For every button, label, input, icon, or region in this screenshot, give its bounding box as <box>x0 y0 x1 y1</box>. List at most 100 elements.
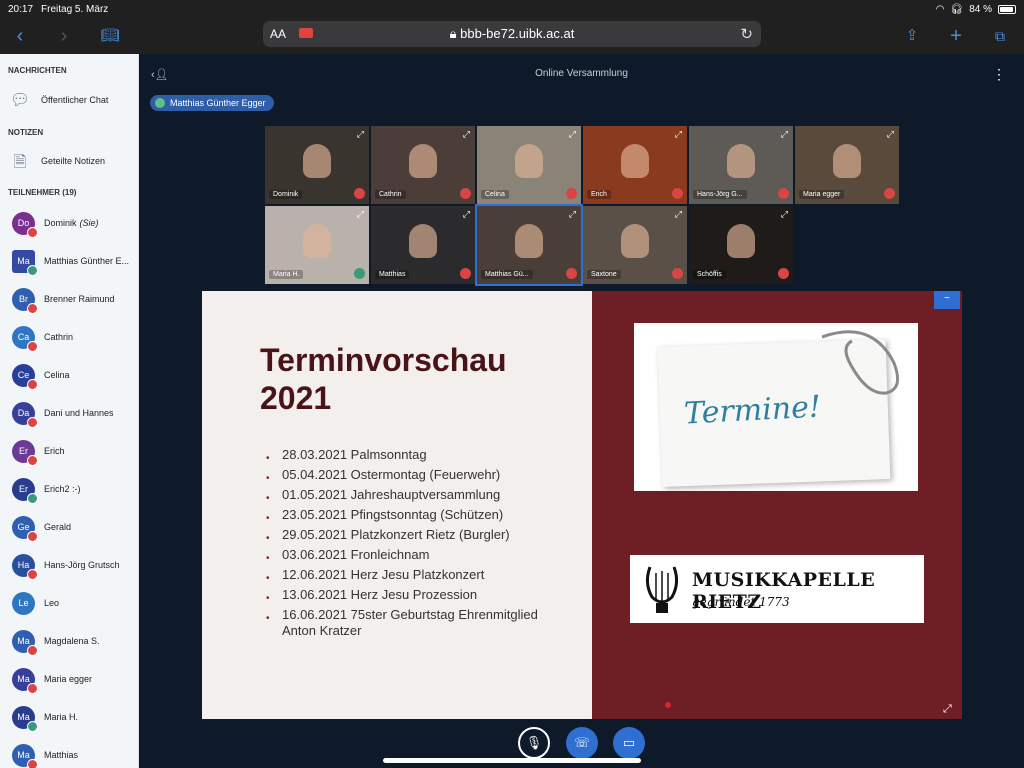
participant-name: Gerald <box>44 522 72 532</box>
video-tile[interactable]: ⤢ Saxtone <box>583 206 687 284</box>
video-name-label[interactable]: Cathrin <box>375 190 406 199</box>
forward-icon[interactable]: › <box>52 24 76 48</box>
video-tile[interactable]: ⤢ Matthias Gü... <box>475 204 583 286</box>
presentation-slide: Terminvorschau 2021 • 28.03.2021 Palmsonn… <box>202 291 962 719</box>
video-name-label[interactable]: Maria egger <box>799 190 845 199</box>
participant-item[interactable]: Ma Magdalena S. <box>12 629 100 656</box>
mute-button[interactable]: 🎙︎ <box>518 727 550 759</box>
video-name-label[interactable]: Hans-Jörg G... <box>693 190 747 199</box>
termine-word: Termine! <box>683 389 822 432</box>
battery-fill <box>1000 6 1013 12</box>
video-tile[interactable]: ⤢ Cathrin <box>371 126 475 204</box>
video-name-label[interactable]: Erich <box>587 190 611 199</box>
paperclip-icon <box>821 330 900 395</box>
participant-item[interactable]: Le Leo <box>12 591 59 615</box>
expand-icon[interactable]: ⤢ <box>357 209 364 220</box>
participant-item[interactable]: Ha Hans-Jörg Grutsch <box>12 553 120 580</box>
options-menu-icon[interactable]: ⋮ <box>992 66 1006 83</box>
participant-name: Celina <box>44 370 70 380</box>
video-name-label[interactable]: Celina <box>481 190 509 199</box>
expand-icon[interactable]: ⤢ <box>463 209 470 220</box>
expand-icon[interactable]: ⤢ <box>675 209 682 220</box>
avatar: Ma <box>12 667 38 694</box>
participant-item[interactable]: Er Erich2 :-) <box>12 477 81 504</box>
participant-name: Matthias <box>44 750 79 760</box>
mic-muted-icon <box>27 340 38 352</box>
participant-name: Brenner Raimund <box>44 294 115 304</box>
home-indicator <box>383 758 641 763</box>
participant-item[interactable]: Ge Gerald <box>12 515 72 542</box>
public-chat-item[interactable]: 💬︎ Öffentlicher Chat <box>10 90 108 110</box>
participant-item[interactable]: Ce Celina <box>12 363 70 390</box>
participant-video <box>515 224 543 258</box>
video-name-label[interactable]: Saxtone <box>587 270 621 279</box>
video-tile[interactable]: ⤢ Schöffis <box>689 206 793 284</box>
minimize-presentation-button[interactable]: − <box>934 291 960 309</box>
video-name-label[interactable]: Matthias Gü... <box>481 270 533 279</box>
participant-item[interactable]: Do Dominik (Sie) <box>12 211 99 238</box>
browser-toolbar: ‹ › 📖︎ AA 🔒︎ bbb-be72.uibk.ac.at ↻ ⇪ + ⧉ <box>0 18 1024 54</box>
participant-name: Maria egger <box>44 674 93 684</box>
address-bar[interactable]: AA 🔒︎ bbb-be72.uibk.ac.at ↻ <box>263 21 761 47</box>
video-tile[interactable]: ⤢ Maria egger <box>795 126 899 204</box>
tabs-icon[interactable]: ⧉ <box>988 24 1012 48</box>
video-name-label[interactable]: Maria H. <box>269 270 304 279</box>
participant-name: Erich2 :-) <box>44 484 81 494</box>
video-name-label[interactable]: Matthias <box>375 270 410 279</box>
avatar: Ge <box>12 515 38 542</box>
share-icon[interactable]: ⇪ <box>900 24 924 48</box>
participant-item[interactable]: Ma Maria egger <box>12 667 93 694</box>
event-text: 13.06.2021 Herz Jesu Prozession <box>282 587 478 602</box>
shared-notes-label: Geteilte Notizen <box>41 156 106 166</box>
participant-item[interactable]: Er Erich <box>12 439 65 466</box>
participant-video <box>409 144 437 178</box>
expand-icon[interactable]: ⤢ <box>569 209 576 220</box>
participant-item[interactable]: Br Brenner Raimund <box>12 287 115 314</box>
clock: 20:17 <box>8 3 34 15</box>
expand-icon[interactable]: ⤢ <box>887 129 894 140</box>
current-speaker-badge: Matthias Günther Egger <box>150 95 274 111</box>
mic-muted-icon <box>27 302 38 314</box>
back-icon[interactable]: ‹ <box>8 24 32 48</box>
participant-item[interactable]: Ma Maria H. <box>12 705 78 732</box>
avatar: Ma <box>12 629 38 656</box>
participant-item[interactable]: Da Dani und Hannes <box>12 401 114 428</box>
video-tile[interactable]: ⤢ Hans-Jörg G... <box>689 126 793 204</box>
participant-video <box>303 224 331 258</box>
video-name-label[interactable]: Schöffis <box>693 270 726 279</box>
video-tile[interactable]: ⤢ Maria H. <box>265 206 369 284</box>
new-tab-icon[interactable]: + <box>944 24 968 48</box>
expand-icon[interactable]: ⤢ <box>781 209 788 220</box>
reload-icon[interactable]: ↻ <box>740 25 753 43</box>
video-tile[interactable]: ⤢ Erich <box>583 126 687 204</box>
event-text: 05.04.2021 Ostermontag (Feuerwehr) <box>282 467 501 482</box>
participant-item[interactable]: Ma Matthias Günther E... <box>12 249 129 276</box>
video-tile[interactable]: ⤢ Dominik <box>265 126 369 204</box>
video-tile[interactable]: ⤢ Matthias <box>371 206 475 284</box>
expand-icon[interactable]: ⤢ <box>569 129 576 140</box>
bookmarks-icon[interactable]: 📖︎ <box>98 24 122 48</box>
event-item: • 16.06.2021 75ster Geburtstag Ehrenmitgl… <box>266 607 566 639</box>
expand-icon[interactable]: ⤢ <box>357 129 364 140</box>
participant-name: Leo <box>44 598 60 608</box>
phone-icon: ☏ <box>573 735 591 750</box>
shared-notes-item[interactable]: 🗎︎ Geteilte Notizen <box>10 151 105 171</box>
notes-heading: NOTIZEN <box>8 128 44 137</box>
participant-name: Hans-Jörg Grutsch <box>44 560 120 570</box>
fullscreen-icon[interactable]: ⤢ <box>943 703 952 716</box>
audio-button[interactable]: ☏ <box>566 727 598 759</box>
expand-icon[interactable]: ⤢ <box>781 129 788 140</box>
participant-item[interactable]: Ca Cathrin <box>12 325 73 352</box>
event-item: • 01.05.2021 Jahreshauptversammlung <box>266 487 566 504</box>
expand-icon[interactable]: ⤢ <box>463 129 470 140</box>
participant-video <box>621 224 649 258</box>
bullet-icon: • <box>266 613 270 624</box>
video-name-label[interactable]: Dominik <box>269 190 303 199</box>
mic-off-icon: 🎙︎ <box>525 735 543 750</box>
participant-item[interactable]: Ma Matthias <box>12 743 79 768</box>
event-item: • 29.05.2021 Platzkonzert Rietz (Burgler) <box>266 527 566 544</box>
expand-icon[interactable]: ⤢ <box>675 129 682 140</box>
mic-muted-icon <box>27 568 38 580</box>
video-button[interactable]: ▭ <box>613 727 645 759</box>
video-tile[interactable]: ⤢ Celina <box>477 126 581 204</box>
